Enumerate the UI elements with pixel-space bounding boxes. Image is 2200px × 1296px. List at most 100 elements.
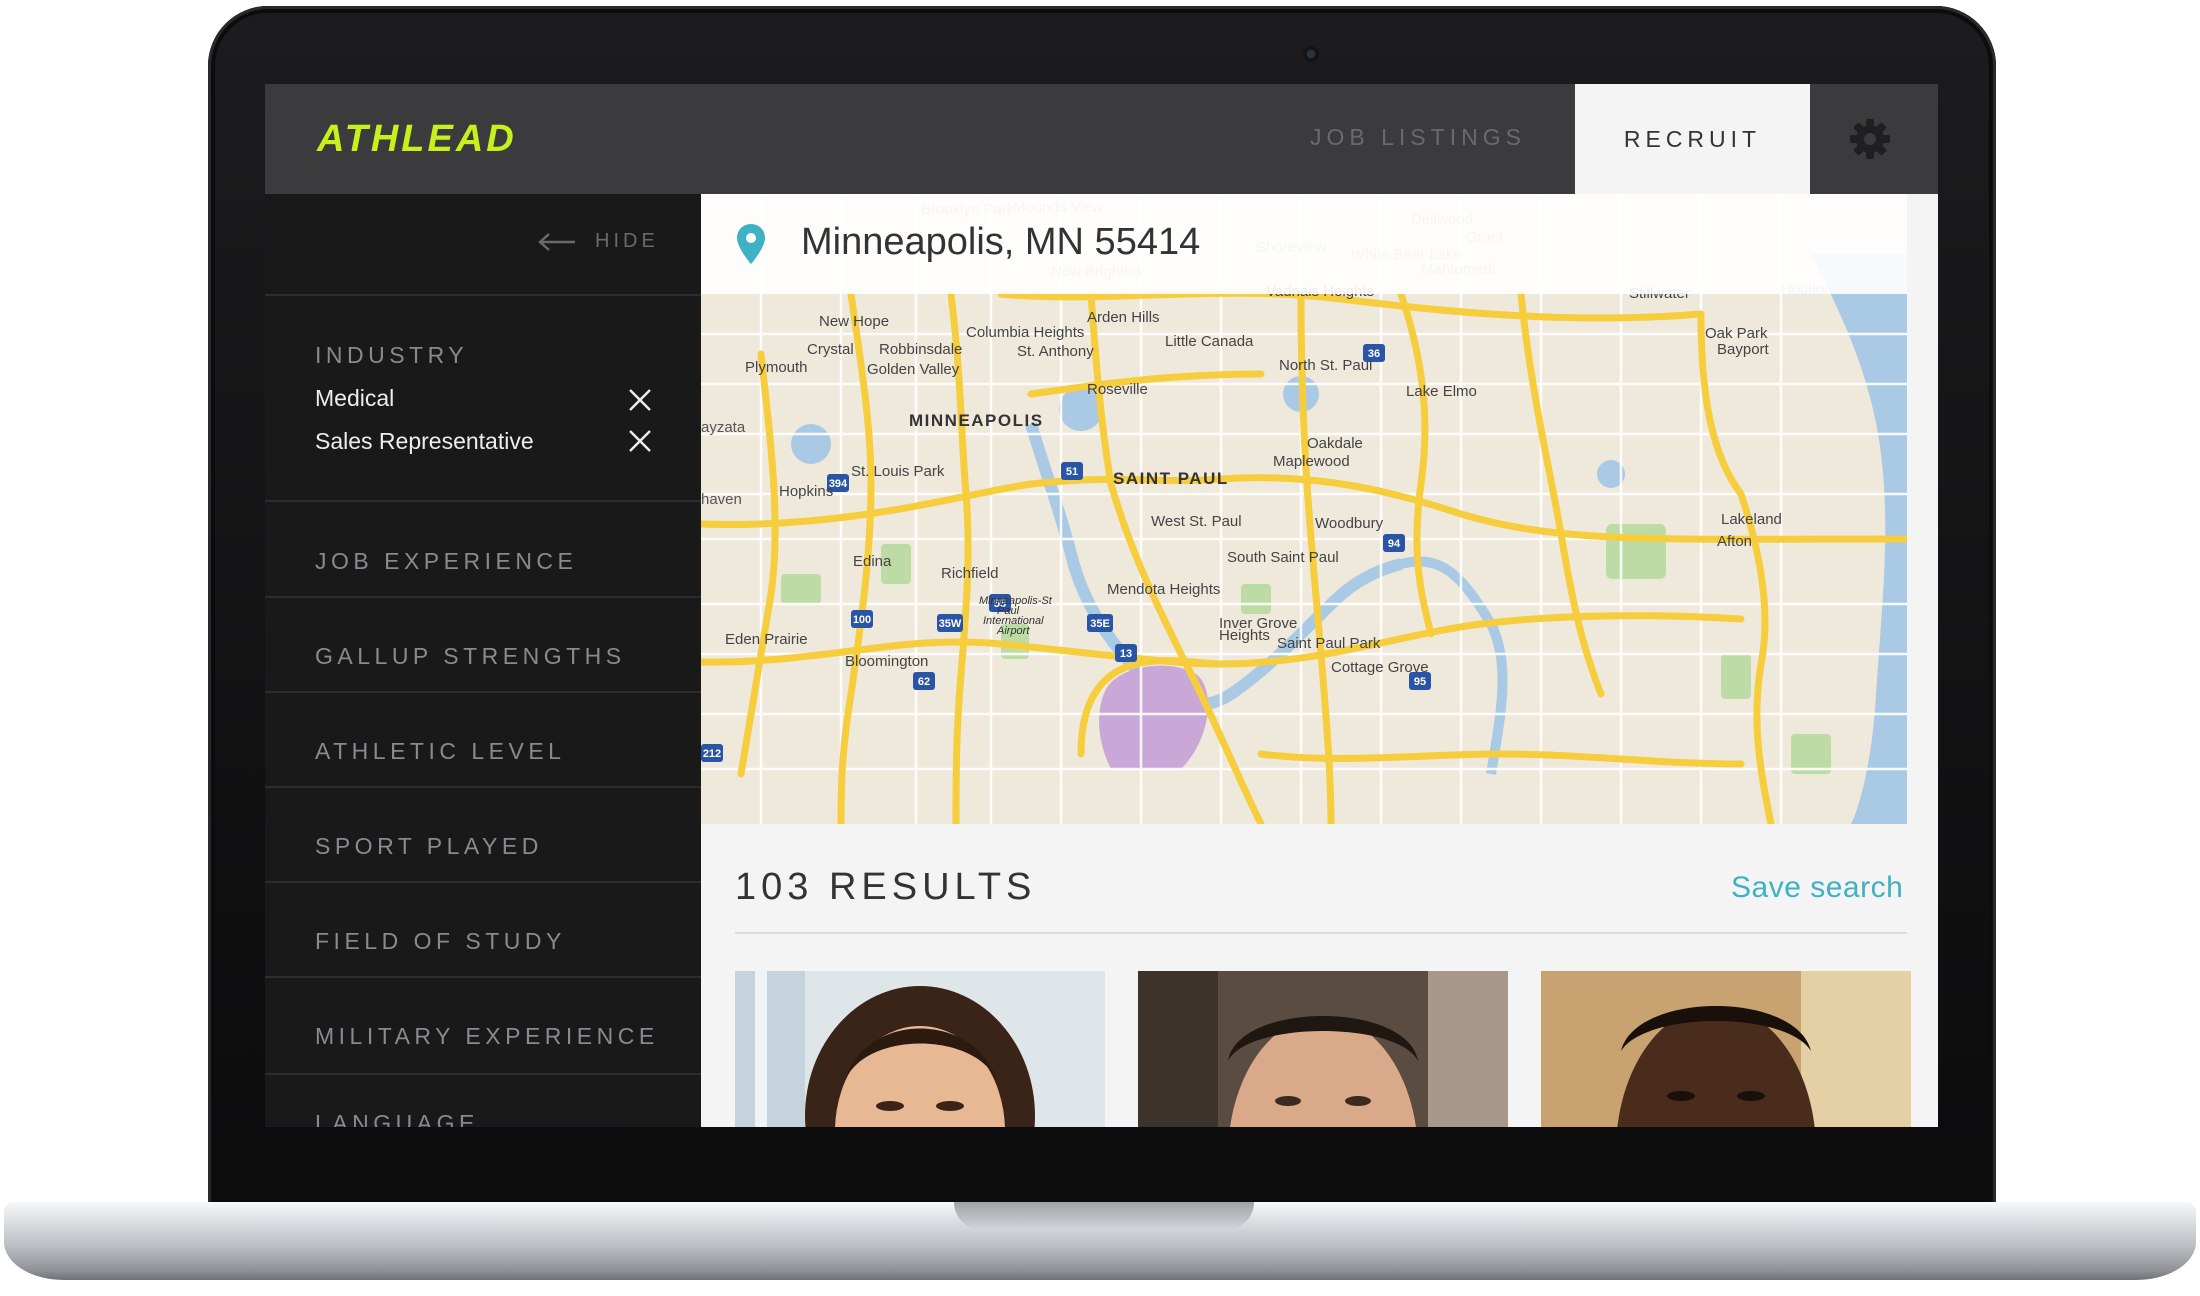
highway-shield: 35W — [937, 614, 963, 632]
industry-chip-sales: Sales Representative — [315, 428, 534, 454]
industry-chip-medical: Medical — [315, 385, 395, 411]
filter-athletic-level[interactable]: ATHLETIC LEVEL — [315, 738, 565, 765]
highway-shield: 51 — [1061, 462, 1083, 480]
svg-text:Crystal: Crystal — [807, 341, 854, 358]
highway-shield: 212 — [701, 744, 723, 762]
svg-text:Edina: Edina — [853, 553, 892, 570]
close-icon[interactable] — [627, 428, 653, 454]
svg-text:Robbinsdale: Robbinsdale — [879, 341, 962, 358]
svg-text:Oak Park: Oak Park — [1705, 325, 1768, 342]
svg-text:St. Anthony: St. Anthony — [1017, 343, 1094, 360]
svg-text:Richfield: Richfield — [941, 565, 999, 582]
save-search-link[interactable]: Save search — [1731, 871, 1903, 905]
gear-icon[interactable] — [1845, 114, 1895, 164]
svg-text:Cottage Grove: Cottage Grove — [1331, 659, 1429, 676]
hide-sidebar-button[interactable]: HIDE — [537, 230, 659, 253]
location-pin-icon — [737, 224, 765, 264]
divider — [265, 976, 701, 978]
svg-text:Lake Elmo: Lake Elmo — [1406, 383, 1477, 400]
filter-industry-title[interactable]: INDUSTRY — [315, 342, 468, 369]
svg-text:35W: 35W — [939, 618, 962, 630]
svg-text:St. Louis Park: St. Louis Park — [851, 463, 945, 480]
svg-text:Plymouth: Plymouth — [745, 359, 808, 376]
divider — [265, 596, 701, 598]
svg-text:Bayport: Bayport — [1717, 341, 1770, 358]
laptop-notch — [954, 1202, 1254, 1230]
main-content: 394 100 35W 55 51 35E 13 62 36 94 95 212… — [701, 194, 1938, 1127]
svg-text:Hopkins: Hopkins — [779, 483, 833, 500]
svg-text:Arden Hills: Arden Hills — [1087, 309, 1160, 326]
divider — [265, 500, 701, 502]
filter-military-experience[interactable]: MILITARY EXPERIENCE — [315, 1023, 659, 1050]
app-screen: ATHLEAD JOB LISTINGS RECRUIT HIDE INDUST… — [265, 84, 1938, 1127]
female-candidate-photo — [735, 971, 1105, 1127]
camera-icon — [1303, 46, 1319, 62]
svg-text:212: 212 — [703, 748, 721, 760]
filter-sport-played[interactable]: SPORT PLAYED — [315, 833, 543, 860]
athlead-logo[interactable]: ATHLEAD — [317, 118, 517, 161]
svg-text:Columbia Heights: Columbia Heights — [966, 324, 1084, 341]
svg-text:Heights: Heights — [1219, 627, 1270, 644]
filter-language[interactable]: LANGUAGE — [315, 1110, 479, 1127]
laptop-base — [4, 1202, 2196, 1280]
svg-text:13: 13 — [1120, 648, 1132, 660]
divider — [265, 881, 701, 883]
svg-text:100: 100 — [853, 614, 871, 626]
filter-sidebar: HIDE INDUSTRY Medical Sales Representati… — [265, 194, 701, 1127]
svg-text:Little Canada: Little Canada — [1165, 333, 1254, 350]
svg-text:Roseville: Roseville — [1087, 381, 1148, 398]
filter-field-of-study[interactable]: FIELD OF STUDY — [315, 928, 566, 955]
svg-text:SAINT PAUL: SAINT PAUL — [1113, 469, 1229, 488]
divider — [265, 691, 701, 693]
highway-shield: 62 — [913, 672, 935, 690]
svg-text:Oakdale: Oakdale — [1307, 435, 1363, 452]
svg-text:35E: 35E — [1090, 618, 1110, 630]
highway-shield: 13 — [1115, 644, 1137, 662]
highway-shield: 94 — [1383, 534, 1405, 552]
candidate-card-1[interactable] — [735, 971, 1105, 1127]
svg-text:95: 95 — [1414, 676, 1426, 688]
results-count: 103 RESULTS — [735, 866, 1037, 908]
svg-text:51: 51 — [1066, 466, 1078, 478]
divider — [265, 294, 701, 296]
arrow-left-icon — [538, 232, 575, 251]
nav-job-listings[interactable]: JOB LISTINGS — [1310, 124, 1526, 151]
divider — [265, 1073, 701, 1075]
location-input[interactable]: Minneapolis, MN 55414 — [801, 221, 1200, 264]
filter-gallup-strengths[interactable]: GALLUP STRENGTHS — [315, 643, 626, 670]
highway-shield: 100 — [851, 610, 873, 628]
candidate-card-2[interactable] — [1138, 971, 1508, 1127]
svg-text:West St. Paul: West St. Paul — [1151, 513, 1242, 530]
top-navigation-bar: ATHLEAD JOB LISTINGS RECRUIT — [265, 84, 1938, 194]
svg-text:Woodbury: Woodbury — [1315, 515, 1384, 532]
svg-text:ayzata: ayzata — [701, 419, 746, 436]
hide-label: HIDE — [595, 230, 659, 252]
male-candidate-photo — [1541, 971, 1911, 1127]
location-search-bar[interactable]: Minneapolis, MN 55414 — [701, 194, 1907, 294]
map-view[interactable]: 394 100 35W 55 51 35E 13 62 36 94 95 212… — [701, 194, 1907, 824]
svg-text:94: 94 — [1388, 538, 1401, 550]
divider — [265, 786, 701, 788]
nav-recruit[interactable]: RECRUIT — [1575, 84, 1810, 194]
svg-text:Maplewood: Maplewood — [1273, 453, 1350, 470]
candidate-card-3[interactable] — [1541, 971, 1911, 1127]
svg-text:62: 62 — [918, 676, 930, 688]
close-icon[interactable] — [627, 387, 653, 413]
filter-job-experience[interactable]: JOB EXPERIENCE — [315, 548, 577, 575]
male-candidate-photo — [1138, 971, 1508, 1127]
svg-text:Golden Valley: Golden Valley — [867, 361, 960, 378]
svg-text:Eden Prairie: Eden Prairie — [725, 631, 808, 648]
highway-shield: 35E — [1087, 614, 1113, 632]
svg-text:Bloomington: Bloomington — [845, 653, 928, 670]
svg-text:Afton: Afton — [1717, 533, 1752, 550]
svg-text:North St. Paul: North St. Paul — [1279, 357, 1372, 374]
svg-text:Mendota Heights: Mendota Heights — [1107, 581, 1220, 598]
svg-text:South Saint Paul: South Saint Paul — [1227, 549, 1339, 566]
svg-text:Airport: Airport — [996, 625, 1030, 637]
svg-text:MINNEAPOLIS: MINNEAPOLIS — [909, 411, 1044, 430]
svg-text:haven: haven — [701, 491, 742, 508]
svg-text:Saint Paul Park: Saint Paul Park — [1277, 635, 1381, 652]
svg-text:New Hope: New Hope — [819, 313, 889, 330]
svg-text:Lakeland: Lakeland — [1721, 511, 1782, 528]
divider — [735, 932, 1907, 934]
